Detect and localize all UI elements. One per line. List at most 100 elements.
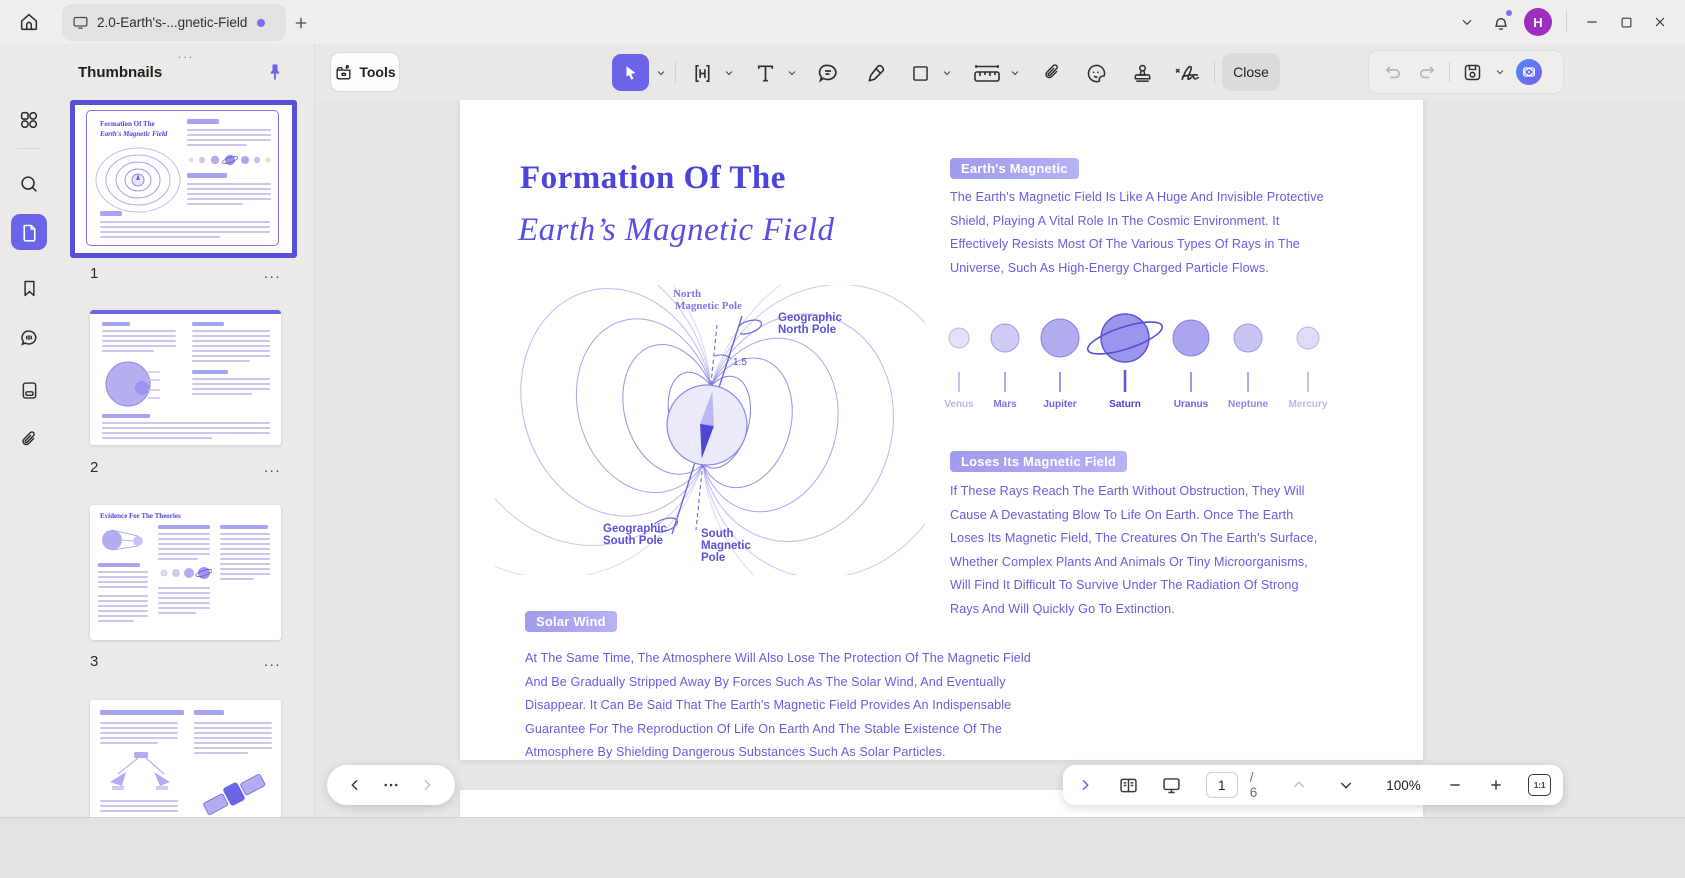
chevron-left-icon: [347, 777, 363, 793]
sidebar-item-bookmarks[interactable]: [11, 270, 47, 306]
pdf-page-1[interactable]: Formation Of The Earth’s Magnetic Field: [460, 100, 1423, 760]
two-page-view-icon: [1118, 775, 1139, 796]
app-menu-button[interactable]: [1450, 5, 1484, 39]
stamp-tool-button[interactable]: [1129, 60, 1155, 86]
pushpin-icon: [265, 62, 285, 82]
page-menu-button[interactable]: ...: [264, 265, 281, 282]
south-magnetic-pole-label: South: [701, 528, 734, 540]
comment-bubble-icon: [816, 61, 840, 85]
rectangle-icon: [910, 63, 931, 84]
heading-tool-button[interactable]: [689, 60, 715, 86]
next-page-button[interactable]: [1335, 773, 1356, 797]
redo-button[interactable]: [1415, 60, 1439, 84]
thumbnail-label-row: 2 ...: [90, 456, 281, 478]
north-magnetic-pole-label: North: [673, 288, 701, 300]
measure-tool-button[interactable]: [970, 60, 1004, 86]
divider: [1566, 11, 1567, 33]
heading-tool-dropdown[interactable]: [723, 67, 735, 79]
preview-planets: [186, 153, 274, 167]
panel-drag-handle[interactable]: ...: [166, 46, 206, 61]
planet-label: Neptune: [1228, 399, 1268, 410]
new-tab-button[interactable]: [288, 10, 314, 36]
sidebar-item-fields[interactable]: [11, 372, 47, 408]
preview-network: [98, 525, 148, 559]
comment-tool-button[interactable]: [815, 60, 841, 86]
tools-button[interactable]: Tools: [330, 52, 400, 92]
more-button[interactable]: [379, 773, 403, 797]
zoom-in-button[interactable]: [1486, 773, 1507, 797]
desktop-background: [0, 817, 1685, 878]
page-thumbnail-4[interactable]: [90, 700, 281, 817]
fit-actual-size-button[interactable]: 1:1: [1528, 774, 1551, 796]
planet-label: Mars: [993, 399, 1017, 410]
forward-button[interactable]: [415, 773, 439, 797]
editor-toolbar: Tools: [315, 44, 1685, 100]
ai-assistant-button[interactable]: [1516, 59, 1542, 85]
sidebar-item-thumbnails[interactable]: [11, 214, 47, 250]
page-layout-button[interactable]: [1118, 773, 1139, 797]
history-nav-pill: [327, 765, 455, 805]
zoom-out-button[interactable]: [1445, 773, 1466, 797]
ai-swirl-icon: [1520, 63, 1538, 81]
document-tab[interactable]: 2.0-Earth's-...gnetic-Field: [62, 4, 286, 41]
divider: [17, 148, 41, 149]
text-icon: [754, 62, 777, 85]
close-editing-button[interactable]: Close: [1222, 53, 1280, 91]
save-dropdown[interactable]: [1494, 66, 1506, 78]
document-title-line2: Earth’s Magnetic Field: [518, 212, 835, 249]
back-button[interactable]: [343, 773, 367, 797]
sidebar-item-dashboard[interactable]: [11, 102, 47, 138]
marker-pen-icon: [864, 62, 887, 85]
shape-tool-button[interactable]: [907, 60, 933, 86]
presentation-mode-button[interactable]: [1161, 773, 1182, 797]
sidebar-item-search[interactable]: [11, 166, 47, 202]
bookmark-icon: [19, 278, 40, 299]
section-badge: Solar Wind: [525, 611, 617, 632]
sticker-tool-button[interactable]: [1083, 60, 1109, 86]
monitor-icon: [72, 14, 89, 31]
page-menu-button[interactable]: ...: [264, 459, 281, 476]
sticker-smiley-icon: [1085, 62, 1108, 85]
measure-tool-dropdown[interactable]: [1009, 67, 1021, 79]
preview-title: Formation Of The: [100, 120, 155, 128]
select-tool-dropdown[interactable]: [655, 67, 667, 79]
thumbnail-preview: Formation Of The Earth's Magnetic Field: [86, 110, 279, 246]
chevron-right-icon: [1077, 777, 1093, 793]
sidebar-item-comments[interactable]: [11, 320, 47, 356]
panel-title: Thumbnails: [78, 64, 162, 81]
save-button[interactable]: [1460, 60, 1484, 84]
page-thumbnail-2[interactable]: [90, 310, 281, 445]
preview-badge: [187, 173, 227, 178]
select-tool-button[interactable]: [612, 54, 649, 91]
signature-tool-button[interactable]: [1172, 60, 1208, 86]
page-menu-button[interactable]: ...: [264, 653, 281, 670]
shape-tool-dropdown[interactable]: [941, 67, 953, 79]
page-thumbnail-3[interactable]: Evidence For The Theories: [90, 505, 281, 640]
previous-page-button[interactable]: [1289, 773, 1310, 797]
text-tool-button[interactable]: [752, 60, 778, 86]
minimize-button[interactable]: [1575, 5, 1609, 39]
attach-tool-button[interactable]: [1039, 60, 1065, 86]
avatar[interactable]: H: [1524, 8, 1552, 36]
maximize-button[interactable]: [1609, 5, 1643, 39]
zoom-level-label[interactable]: 100%: [1386, 778, 1421, 793]
view-controls-pill: / 6 100% 1:1: [1063, 765, 1563, 805]
planet-label: Jupiter: [1043, 399, 1076, 410]
highlighter-tool-button[interactable]: [862, 60, 888, 86]
preview-satellite: [198, 764, 270, 817]
home-button[interactable]: [13, 6, 45, 38]
thumbnail-label-row: 3 ...: [90, 650, 281, 672]
divider: [675, 61, 676, 84]
page-thumbnail-1[interactable]: Formation Of The Earth's Magnetic Field: [70, 100, 297, 258]
document-canvas[interactable]: Formation Of The Earth’s Magnetic Field: [315, 100, 1685, 817]
page-total-label: / 6: [1250, 770, 1263, 800]
collapse-bar-button[interactable]: [1075, 773, 1096, 797]
sidebar-item-attachments[interactable]: [11, 422, 47, 458]
close-window-button[interactable]: [1643, 5, 1677, 39]
undo-button[interactable]: [1381, 60, 1405, 84]
svg-text:Pole: Pole: [701, 552, 725, 564]
text-tool-dropdown[interactable]: [786, 67, 798, 79]
pin-panel-button[interactable]: [262, 59, 288, 85]
notifications-button[interactable]: [1484, 5, 1518, 39]
page-number-input[interactable]: [1206, 772, 1238, 798]
